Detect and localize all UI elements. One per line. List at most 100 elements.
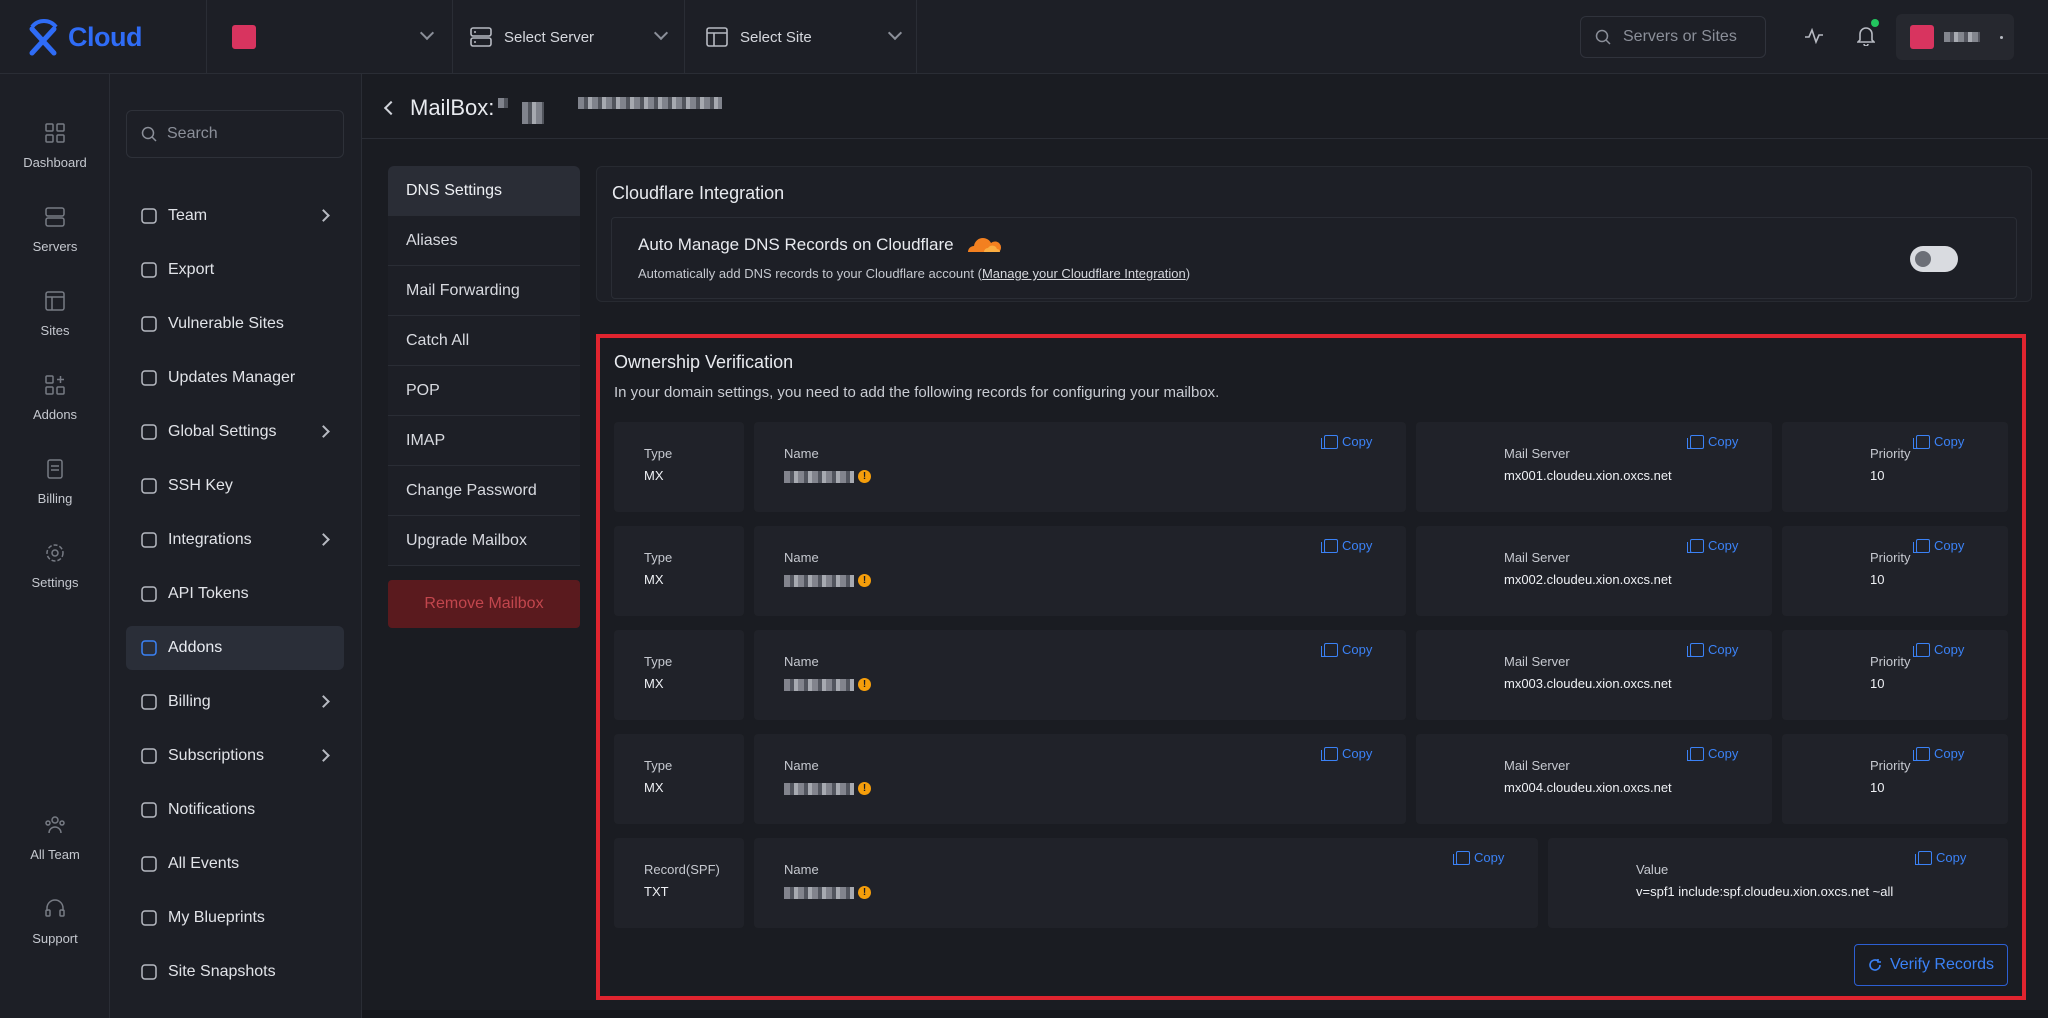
sidebar-item-billing[interactable]: Billing: [126, 680, 344, 724]
cloudflare-sub-suffix: ): [1185, 266, 1191, 281]
copy-icon: [1687, 746, 1704, 761]
sidebar-search[interactable]: Search: [126, 110, 344, 158]
logo[interactable]: Cloud: [24, 14, 142, 60]
tab-pop[interactable]: POP: [388, 366, 580, 416]
remove-mailbox-button[interactable]: Remove Mailbox: [388, 580, 580, 628]
sidebar-item-global-settings[interactable]: Global Settings: [126, 410, 344, 454]
record-name-label: Name: [784, 862, 819, 877]
sidebar-item-ssh-key[interactable]: SSH Key: [126, 464, 344, 508]
copy-button[interactable]: Copy: [1321, 538, 1373, 553]
server-selector[interactable]: Select Server: [470, 0, 670, 74]
rail-billing[interactable]: Billing: [0, 458, 110, 506]
copy-button[interactable]: Copy: [1913, 434, 1964, 449]
sidebar-item-notifications[interactable]: Notifications: [126, 788, 344, 832]
gear-icon: [46, 544, 64, 562]
tab-catch-all[interactable]: Catch All: [388, 316, 580, 366]
copy-label: Copy: [1934, 746, 1965, 761]
record-type-value: MX: [644, 572, 664, 587]
sidebar-item-my-blueprints[interactable]: My Blueprints: [126, 896, 344, 940]
rail-sites[interactable]: Sites: [0, 290, 110, 338]
key-icon: [141, 586, 157, 602]
tab-change-password[interactable]: Change Password: [388, 466, 580, 516]
manage-cloudflare-link[interactable]: Manage your Cloudflare Integration: [982, 266, 1186, 281]
rail-servers[interactable]: Servers: [0, 206, 110, 254]
sidebar-item-site-snapshots[interactable]: Site Snapshots: [126, 950, 344, 994]
copy-button[interactable]: Copy: [1321, 642, 1372, 657]
spf-value: v=spf1 include:spf.cloudeu.xion.oxcs.net…: [1636, 884, 1894, 899]
tab-upgrade-mailbox[interactable]: Upgrade Mailbox: [388, 516, 580, 566]
back-arrow-icon[interactable]: [383, 100, 399, 116]
mailbox-name-redacted: [498, 98, 509, 108]
search-icon: [141, 126, 157, 142]
tab-dns-settings[interactable]: DNS Settings: [388, 166, 580, 216]
sidebar-item-addons[interactable]: Addons: [126, 626, 344, 670]
copy-icon: [1913, 642, 1930, 657]
header-divider: [362, 138, 2048, 139]
record-name-cell: Name! Copy: [754, 838, 1538, 928]
global-search[interactable]: Servers or Sites: [1580, 16, 1766, 58]
sidebar-item-label: My Blueprints: [168, 909, 265, 926]
rail-support[interactable]: Support: [0, 898, 110, 946]
server-selector-label: Select Server: [504, 28, 595, 46]
copy-button[interactable]: Copy: [1687, 746, 1738, 761]
verify-records-button[interactable]: Verify Records: [1854, 944, 2008, 986]
site-selector[interactable]: Select Site: [706, 0, 906, 74]
team-selector[interactable]: [232, 0, 442, 74]
cloudflare-toggle[interactable]: [1910, 246, 1958, 272]
record-name-redacted: [784, 782, 854, 795]
mx-record-row: Type MX Name! Copy Mail Server mx004.cloudeu.…: [614, 734, 2008, 824]
copy-icon: [1687, 642, 1704, 657]
rail-addons[interactable]: Addons: [0, 374, 110, 422]
copy-button[interactable]: Copy: [1913, 538, 1964, 553]
sidebar-item-vulnerable-sites[interactable]: Vulnerable Sites: [126, 302, 344, 346]
sidebar-item-integrations[interactable]: Integrations: [126, 518, 344, 562]
record-name-redacted: [784, 470, 854, 483]
bottom-scrollbar[interactable]: [362, 1010, 2048, 1018]
rail-label: Dashboard: [23, 155, 87, 170]
copy-button[interactable]: Copy: [1687, 538, 1738, 553]
notifications-button[interactable]: [1852, 19, 1880, 50]
copy-button[interactable]: Copy: [1913, 746, 1965, 761]
sidebar-item-label: Export: [168, 261, 215, 278]
sidebar-item-subscriptions[interactable]: Subscriptions: [126, 734, 344, 778]
tab-mail-forwarding[interactable]: Mail Forwarding: [388, 266, 580, 316]
sidebar-item-export[interactable]: Export: [126, 248, 344, 292]
copy-label: Copy: [1936, 850, 1967, 865]
sidebar-item-label: Addons: [168, 639, 223, 656]
copy-button[interactable]: Copy: [1453, 850, 1504, 865]
logo-icon: [29, 19, 58, 56]
sidebar-item-api-tokens[interactable]: API Tokens: [126, 572, 344, 616]
user-menu[interactable]: [1896, 14, 2014, 60]
copy-label: Copy: [1342, 538, 1373, 553]
copy-button[interactable]: Copy: [1687, 434, 1738, 449]
team-icon: [45, 816, 65, 834]
copy-button[interactable]: Copy: [1321, 746, 1372, 761]
priority-cell: Priority 10 Copy: [1782, 630, 2008, 720]
copy-button[interactable]: Copy: [1687, 642, 1739, 657]
tab-aliases[interactable]: Aliases: [388, 216, 580, 266]
priority-label: Priority: [1870, 758, 1911, 773]
caret-icon: [2000, 35, 2003, 39]
spf-value-label: Value: [1636, 862, 1669, 877]
tab-imap[interactable]: IMAP: [388, 416, 580, 466]
rail-dashboard[interactable]: Dashboard: [0, 122, 110, 170]
headset-icon: [45, 899, 65, 917]
record-type-label: Type: [644, 758, 673, 773]
activity-button[interactable]: [1800, 22, 1828, 50]
rail-settings[interactable]: Settings: [0, 542, 110, 590]
mail-server-label: Mail Server: [1504, 654, 1570, 669]
rail-all-team[interactable]: All Team: [0, 814, 110, 862]
sidebar-item-all-events[interactable]: All Events: [126, 842, 344, 886]
record-type-label: Type: [644, 550, 673, 565]
copy-button[interactable]: Copy: [1913, 642, 1964, 657]
rail-label: All Team: [30, 847, 80, 862]
sidebar-item-team[interactable]: Team: [126, 194, 344, 238]
copy-icon: [1913, 434, 1930, 449]
cloudflare-icon: [967, 238, 1001, 252]
copy-label: Copy: [1708, 642, 1739, 657]
rail-label: Addons: [32, 407, 78, 422]
copy-icon: [1453, 850, 1470, 865]
sidebar-item-updates-manager[interactable]: Updates Manager: [126, 356, 344, 400]
copy-button[interactable]: Copy: [1321, 434, 1372, 449]
copy-button[interactable]: Copy: [1915, 850, 1967, 865]
